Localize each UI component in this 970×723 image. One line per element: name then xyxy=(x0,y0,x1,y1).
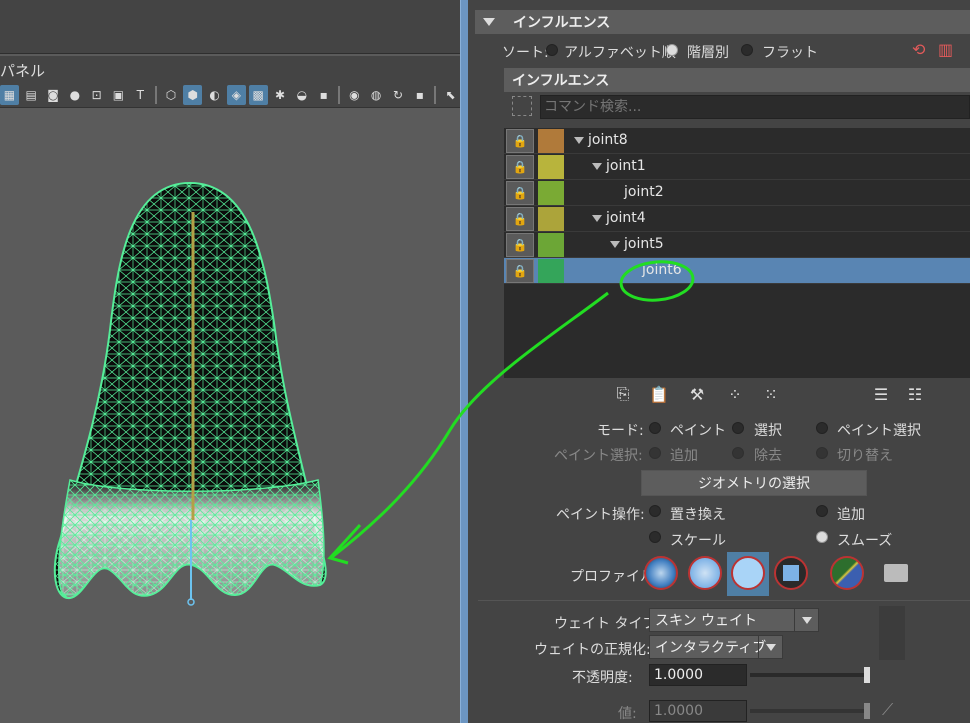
annotation-arrow xyxy=(331,291,609,559)
annotation-circle xyxy=(619,260,695,302)
annotation-arrowhead xyxy=(327,523,362,565)
annotation-overlay xyxy=(327,260,695,565)
